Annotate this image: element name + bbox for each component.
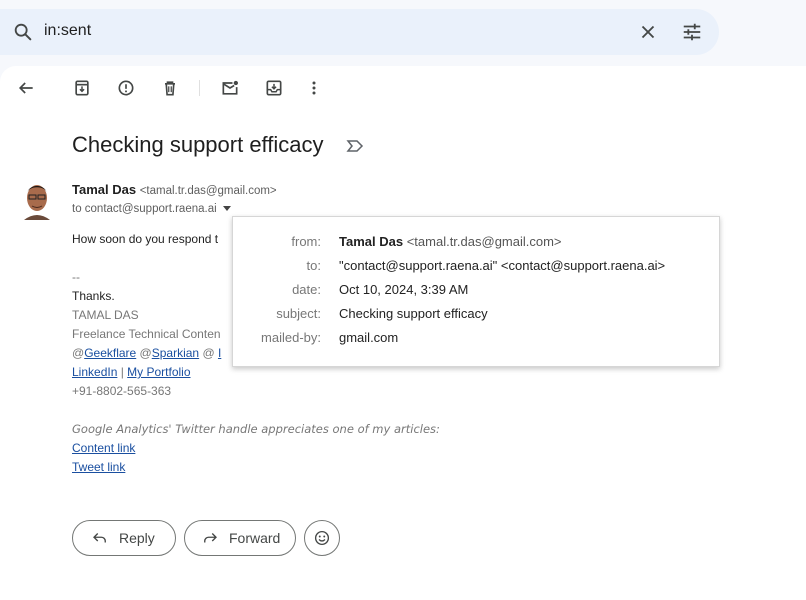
details-key: date: [292, 282, 321, 297]
sparkian-link[interactable]: Sparkian [152, 346, 199, 360]
signature-phone: +91-8802-565-363 [72, 384, 172, 398]
reply-label: Reply [119, 530, 155, 546]
details-row-from: from: Tamal Das <tamal.tr.das@gmail.com> [233, 234, 719, 256]
details-key: from: [291, 234, 321, 249]
details-key: subject: [276, 306, 321, 321]
delete-icon[interactable] [160, 78, 180, 98]
details-value: gmail.com [339, 330, 399, 345]
at-symbol: @ [199, 346, 218, 360]
forward-icon [204, 533, 217, 543]
from-email: <tamal.tr.das@gmail.com> [406, 234, 562, 249]
link-separator: | [117, 365, 128, 379]
search-icon[interactable] [12, 21, 34, 43]
toolbar-divider [199, 80, 200, 96]
emoji-reaction-icon [314, 530, 330, 546]
sender-name: Tamal Das [72, 182, 137, 197]
details-row-mailed-by: mailed-by: gmail.com [233, 330, 719, 352]
archive-icon[interactable] [72, 78, 92, 98]
details-value: Oct 10, 2024, 3:39 AM [339, 282, 469, 297]
sender-info: Tamal Das <tamal.tr.das@gmail.com> [72, 182, 277, 197]
details-value: Checking support efficacy [339, 306, 488, 321]
forward-label: Forward [229, 530, 281, 546]
more-vert-icon[interactable] [304, 78, 324, 98]
geekflare-link[interactable]: Geekflare [84, 346, 136, 360]
from-name: Tamal Das [339, 234, 404, 249]
search-input[interactable]: in:sent [44, 22, 91, 40]
sender-email: <tamal.tr.das@gmail.com> [139, 185, 277, 197]
forward-button[interactable]: Forward [184, 520, 296, 556]
details-row-date: date: Oct 10, 2024, 3:39 AM [233, 282, 719, 304]
recipient-text: to contact@support.raena.ai [72, 203, 217, 215]
tweet-link[interactable]: Tweet link [72, 460, 125, 474]
move-to-icon[interactable] [264, 78, 284, 98]
details-key: to: [306, 258, 321, 273]
details-value: Tamal Das <tamal.tr.das@gmail.com> [339, 234, 562, 249]
message-view: Checking support efficacy Tamal Das <tam… [0, 66, 806, 600]
at-symbol: @ [136, 346, 152, 360]
mark-unread-icon[interactable] [220, 78, 240, 98]
details-row-to: to: "contact@support.raena.ai" <contact@… [233, 258, 719, 280]
signature-note: Google Analytics' Twitter handle appreci… [72, 422, 440, 436]
recipient-line: to contact@support.raena.ai [72, 203, 231, 215]
search-bar[interactable]: in:sent [0, 9, 719, 55]
linkedin-link[interactable]: LinkedIn [72, 365, 117, 379]
reply-icon [93, 533, 106, 543]
back-arrow-icon[interactable] [16, 78, 36, 98]
report-spam-icon[interactable] [116, 78, 136, 98]
close-icon[interactable] [637, 21, 659, 43]
portfolio-link[interactable]: My Portfolio [127, 365, 190, 379]
tune-icon[interactable] [681, 21, 703, 43]
at-symbol: @ [72, 346, 85, 360]
show-details-caret-icon[interactable] [222, 206, 231, 212]
email-subject: Checking support efficacy [72, 132, 324, 157]
important-marker-icon[interactable] [346, 139, 364, 153]
content-link[interactable]: Content link [72, 441, 135, 455]
message-details-popup: from: Tamal Das <tamal.tr.das@gmail.com>… [232, 216, 720, 367]
third-handle-link[interactable]: I [218, 346, 221, 360]
reply-button[interactable]: Reply [72, 520, 176, 556]
avatar[interactable] [20, 178, 54, 220]
details-row-subject: subject: Checking support efficacy [233, 306, 719, 328]
emoji-reaction-button[interactable] [304, 520, 340, 556]
details-value: "contact@support.raena.ai" <contact@supp… [339, 258, 666, 273]
details-key: mailed-by: [261, 330, 321, 345]
